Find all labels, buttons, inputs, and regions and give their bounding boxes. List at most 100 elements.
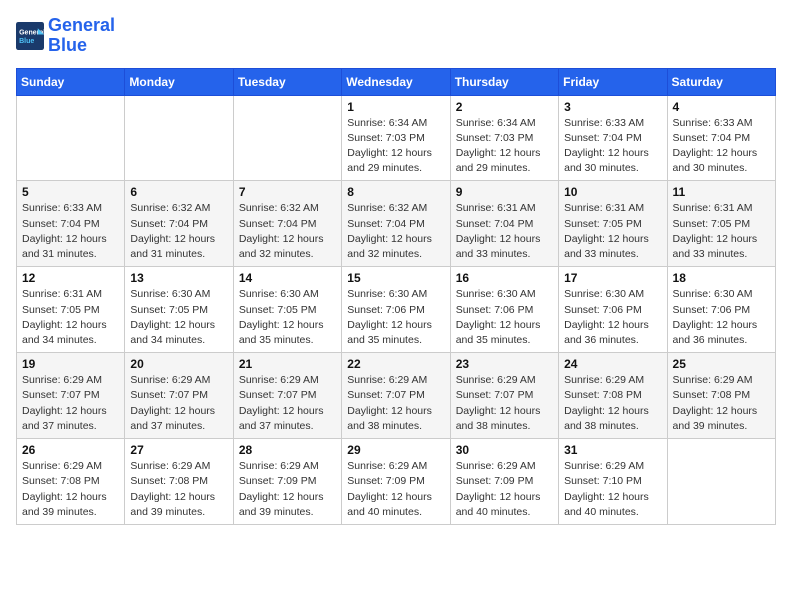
logo-text: General Blue (48, 16, 115, 56)
calendar-cell: 29 Sunrise: 6:29 AMSunset: 7:09 PMDaylig… (342, 439, 450, 525)
day-info: Sunrise: 6:29 AMSunset: 7:07 PMDaylight:… (239, 373, 336, 434)
calendar-cell: 5 Sunrise: 6:33 AMSunset: 7:04 PMDayligh… (17, 181, 125, 267)
day-number: 20 (130, 357, 227, 371)
day-info: Sunrise: 6:33 AMSunset: 7:04 PMDaylight:… (22, 201, 119, 262)
day-info: Sunrise: 6:34 AMSunset: 7:03 PMDaylight:… (347, 116, 444, 177)
calendar-cell: 15 Sunrise: 6:30 AMSunset: 7:06 PMDaylig… (342, 267, 450, 353)
calendar-week-row: 1 Sunrise: 6:34 AMSunset: 7:03 PMDayligh… (17, 95, 776, 181)
day-number: 6 (130, 185, 227, 199)
calendar-week-row: 19 Sunrise: 6:29 AMSunset: 7:07 PMDaylig… (17, 353, 776, 439)
calendar-cell: 14 Sunrise: 6:30 AMSunset: 7:05 PMDaylig… (233, 267, 341, 353)
day-number: 3 (564, 100, 661, 114)
day-info: Sunrise: 6:31 AMSunset: 7:04 PMDaylight:… (456, 201, 553, 262)
day-number: 30 (456, 443, 553, 457)
day-number: 11 (673, 185, 770, 199)
calendar-cell: 13 Sunrise: 6:30 AMSunset: 7:05 PMDaylig… (125, 267, 233, 353)
calendar-cell: 22 Sunrise: 6:29 AMSunset: 7:07 PMDaylig… (342, 353, 450, 439)
day-info: Sunrise: 6:32 AMSunset: 7:04 PMDaylight:… (239, 201, 336, 262)
calendar-cell (667, 439, 775, 525)
day-number: 26 (22, 443, 119, 457)
day-info: Sunrise: 6:32 AMSunset: 7:04 PMDaylight:… (130, 201, 227, 262)
svg-text:Blue: Blue (19, 38, 34, 45)
calendar-cell: 24 Sunrise: 6:29 AMSunset: 7:08 PMDaylig… (559, 353, 667, 439)
day-number: 13 (130, 271, 227, 285)
day-number: 4 (673, 100, 770, 114)
day-number: 24 (564, 357, 661, 371)
day-number: 5 (22, 185, 119, 199)
calendar-cell: 3 Sunrise: 6:33 AMSunset: 7:04 PMDayligh… (559, 95, 667, 181)
calendar-week-row: 12 Sunrise: 6:31 AMSunset: 7:05 PMDaylig… (17, 267, 776, 353)
day-info: Sunrise: 6:29 AMSunset: 7:09 PMDaylight:… (347, 459, 444, 520)
header-wednesday: Wednesday (342, 68, 450, 95)
calendar-cell: 6 Sunrise: 6:32 AMSunset: 7:04 PMDayligh… (125, 181, 233, 267)
day-number: 9 (456, 185, 553, 199)
calendar-cell: 2 Sunrise: 6:34 AMSunset: 7:03 PMDayligh… (450, 95, 558, 181)
day-info: Sunrise: 6:30 AMSunset: 7:05 PMDaylight:… (130, 287, 227, 348)
header-saturday: Saturday (667, 68, 775, 95)
day-info: Sunrise: 6:29 AMSunset: 7:08 PMDaylight:… (673, 373, 770, 434)
header-sunday: Sunday (17, 68, 125, 95)
day-info: Sunrise: 6:31 AMSunset: 7:05 PMDaylight:… (22, 287, 119, 348)
day-info: Sunrise: 6:29 AMSunset: 7:07 PMDaylight:… (456, 373, 553, 434)
day-info: Sunrise: 6:30 AMSunset: 7:06 PMDaylight:… (347, 287, 444, 348)
calendar-cell: 19 Sunrise: 6:29 AMSunset: 7:07 PMDaylig… (17, 353, 125, 439)
day-info: Sunrise: 6:30 AMSunset: 7:06 PMDaylight:… (564, 287, 661, 348)
day-info: Sunrise: 6:29 AMSunset: 7:08 PMDaylight:… (22, 459, 119, 520)
calendar-cell: 16 Sunrise: 6:30 AMSunset: 7:06 PMDaylig… (450, 267, 558, 353)
calendar-cell: 12 Sunrise: 6:31 AMSunset: 7:05 PMDaylig… (17, 267, 125, 353)
day-info: Sunrise: 6:30 AMSunset: 7:05 PMDaylight:… (239, 287, 336, 348)
day-info: Sunrise: 6:29 AMSunset: 7:09 PMDaylight:… (456, 459, 553, 520)
day-number: 27 (130, 443, 227, 457)
logo-icon: General Blue (16, 22, 44, 50)
day-number: 23 (456, 357, 553, 371)
calendar-cell (125, 95, 233, 181)
calendar-header-row: SundayMondayTuesdayWednesdayThursdayFrid… (17, 68, 776, 95)
day-number: 14 (239, 271, 336, 285)
day-number: 18 (673, 271, 770, 285)
calendar-cell: 27 Sunrise: 6:29 AMSunset: 7:08 PMDaylig… (125, 439, 233, 525)
day-number: 1 (347, 100, 444, 114)
day-info: Sunrise: 6:33 AMSunset: 7:04 PMDaylight:… (564, 116, 661, 177)
day-number: 21 (239, 357, 336, 371)
day-number: 17 (564, 271, 661, 285)
day-info: Sunrise: 6:33 AMSunset: 7:04 PMDaylight:… (673, 116, 770, 177)
header-thursday: Thursday (450, 68, 558, 95)
calendar-week-row: 26 Sunrise: 6:29 AMSunset: 7:08 PMDaylig… (17, 439, 776, 525)
day-info: Sunrise: 6:31 AMSunset: 7:05 PMDaylight:… (673, 201, 770, 262)
calendar-cell: 17 Sunrise: 6:30 AMSunset: 7:06 PMDaylig… (559, 267, 667, 353)
day-info: Sunrise: 6:30 AMSunset: 7:06 PMDaylight:… (456, 287, 553, 348)
calendar-cell: 4 Sunrise: 6:33 AMSunset: 7:04 PMDayligh… (667, 95, 775, 181)
day-info: Sunrise: 6:29 AMSunset: 7:07 PMDaylight:… (347, 373, 444, 434)
calendar-cell: 26 Sunrise: 6:29 AMSunset: 7:08 PMDaylig… (17, 439, 125, 525)
day-number: 8 (347, 185, 444, 199)
calendar-cell: 1 Sunrise: 6:34 AMSunset: 7:03 PMDayligh… (342, 95, 450, 181)
calendar-table: SundayMondayTuesdayWednesdayThursdayFrid… (16, 68, 776, 525)
header-tuesday: Tuesday (233, 68, 341, 95)
day-number: 15 (347, 271, 444, 285)
day-info: Sunrise: 6:29 AMSunset: 7:08 PMDaylight:… (564, 373, 661, 434)
calendar-cell: 28 Sunrise: 6:29 AMSunset: 7:09 PMDaylig… (233, 439, 341, 525)
calendar-cell: 30 Sunrise: 6:29 AMSunset: 7:09 PMDaylig… (450, 439, 558, 525)
calendar-week-row: 5 Sunrise: 6:33 AMSunset: 7:04 PMDayligh… (17, 181, 776, 267)
calendar-cell: 18 Sunrise: 6:30 AMSunset: 7:06 PMDaylig… (667, 267, 775, 353)
day-number: 7 (239, 185, 336, 199)
day-info: Sunrise: 6:34 AMSunset: 7:03 PMDaylight:… (456, 116, 553, 177)
calendar-cell: 8 Sunrise: 6:32 AMSunset: 7:04 PMDayligh… (342, 181, 450, 267)
calendar-cell: 20 Sunrise: 6:29 AMSunset: 7:07 PMDaylig… (125, 353, 233, 439)
day-number: 19 (22, 357, 119, 371)
day-number: 31 (564, 443, 661, 457)
day-number: 12 (22, 271, 119, 285)
day-number: 10 (564, 185, 661, 199)
calendar-cell (233, 95, 341, 181)
calendar-cell: 10 Sunrise: 6:31 AMSunset: 7:05 PMDaylig… (559, 181, 667, 267)
day-info: Sunrise: 6:29 AMSunset: 7:10 PMDaylight:… (564, 459, 661, 520)
day-number: 28 (239, 443, 336, 457)
day-number: 2 (456, 100, 553, 114)
calendar-cell: 31 Sunrise: 6:29 AMSunset: 7:10 PMDaylig… (559, 439, 667, 525)
logo: General Blue General Blue (16, 16, 115, 56)
header-friday: Friday (559, 68, 667, 95)
day-number: 16 (456, 271, 553, 285)
day-info: Sunrise: 6:32 AMSunset: 7:04 PMDaylight:… (347, 201, 444, 262)
day-number: 22 (347, 357, 444, 371)
day-info: Sunrise: 6:30 AMSunset: 7:06 PMDaylight:… (673, 287, 770, 348)
